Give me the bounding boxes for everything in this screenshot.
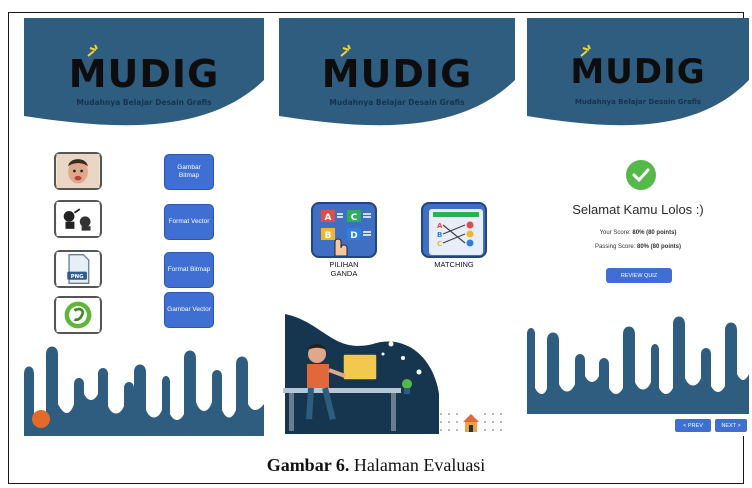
coreldraw-logo-icon[interactable] <box>54 296 102 334</box>
passing-score-row: Passing Score: 80% (80 points) <box>527 244 749 250</box>
gambar-bitmap-button[interactable]: Gambar Bitmap <box>164 154 214 190</box>
back-button[interactable] <box>32 410 50 428</box>
svg-text:D: D <box>350 231 357 241</box>
svg-text:A: A <box>437 222 443 230</box>
home-icon <box>463 414 479 432</box>
app-logo: MUDIG <box>68 52 220 96</box>
pilihan-ganda-tile[interactable]: A C B D <box>311 202 377 258</box>
app-logo: MUDIG <box>570 52 706 92</box>
review-quiz-button[interactable]: REVIEW QUIZ <box>606 268 672 283</box>
passing-score-label: Passing Score: <box>594 244 636 250</box>
your-score-row: Your Score: 80% (80 points) <box>527 230 749 236</box>
app-tagline: Mudahnya Belajar Desain Grafis <box>76 98 212 107</box>
screen-result: MUDIG Mudahnya Belajar Desain Grafis Sel… <box>527 18 749 436</box>
matching-label: MATCHING <box>434 260 474 269</box>
figure-caption-text: Halaman Evaluasi <box>349 455 486 475</box>
png-file-icon[interactable]: PNG <box>54 250 102 288</box>
multiple-choice-icon: A C B D <box>321 210 371 256</box>
app-logo: MUDIG <box>321 52 473 96</box>
svg-text:B: B <box>325 231 332 241</box>
svg-text:C: C <box>351 213 358 223</box>
svg-text:PNG: PNG <box>71 274 84 280</box>
screen-quiz-select: MUDIG Mudahnya Belajar Desain Grafis A C… <box>279 18 515 436</box>
format-vector-button[interactable]: Format Vector <box>164 204 214 240</box>
result-title: Selamat Kamu Lolos :) <box>572 202 704 217</box>
face-photo-icon[interactable] <box>54 152 102 190</box>
home-button[interactable] <box>435 408 507 436</box>
pilihan-ganda-label: PILIHAN GANDA <box>329 260 359 279</box>
next-button[interactable]: NEXT > <box>715 419 747 432</box>
matching-icon: A B C <box>429 209 483 255</box>
your-score-label: Your Score: <box>599 230 631 236</box>
prev-button[interactable]: < PREV <box>675 419 711 432</box>
svg-text:B: B <box>437 231 442 239</box>
check-icon <box>626 160 656 190</box>
svg-text:A: A <box>325 213 332 223</box>
passing-score-value: 80% (80 points) <box>637 244 682 250</box>
vector-illustration-icon[interactable] <box>54 200 102 238</box>
app-tagline: Mudahnya Belajar Desain Grafis <box>574 98 702 106</box>
your-score-value: 80% (80 points) <box>632 230 677 236</box>
gambar-vector-button[interactable]: Gambar Vector <box>164 292 214 328</box>
bottom-skyline <box>24 346 264 436</box>
matching-tile[interactable]: A B C <box>421 202 487 258</box>
figure-caption: Gambar 6. Halaman Evaluasi <box>0 455 752 476</box>
bottom-skyline <box>527 316 749 414</box>
format-bitmap-button[interactable]: Format Bitmap <box>164 252 214 288</box>
student-at-desk-illustration <box>283 314 439 434</box>
screen-materials: MUDIG Mudahnya Belajar Desain Grafis PNG <box>24 18 264 436</box>
svg-text:C: C <box>437 240 442 248</box>
figure-caption-label: Gambar 6. <box>266 455 350 475</box>
app-tagline: Mudahnya Belajar Desain Grafis <box>329 98 465 107</box>
